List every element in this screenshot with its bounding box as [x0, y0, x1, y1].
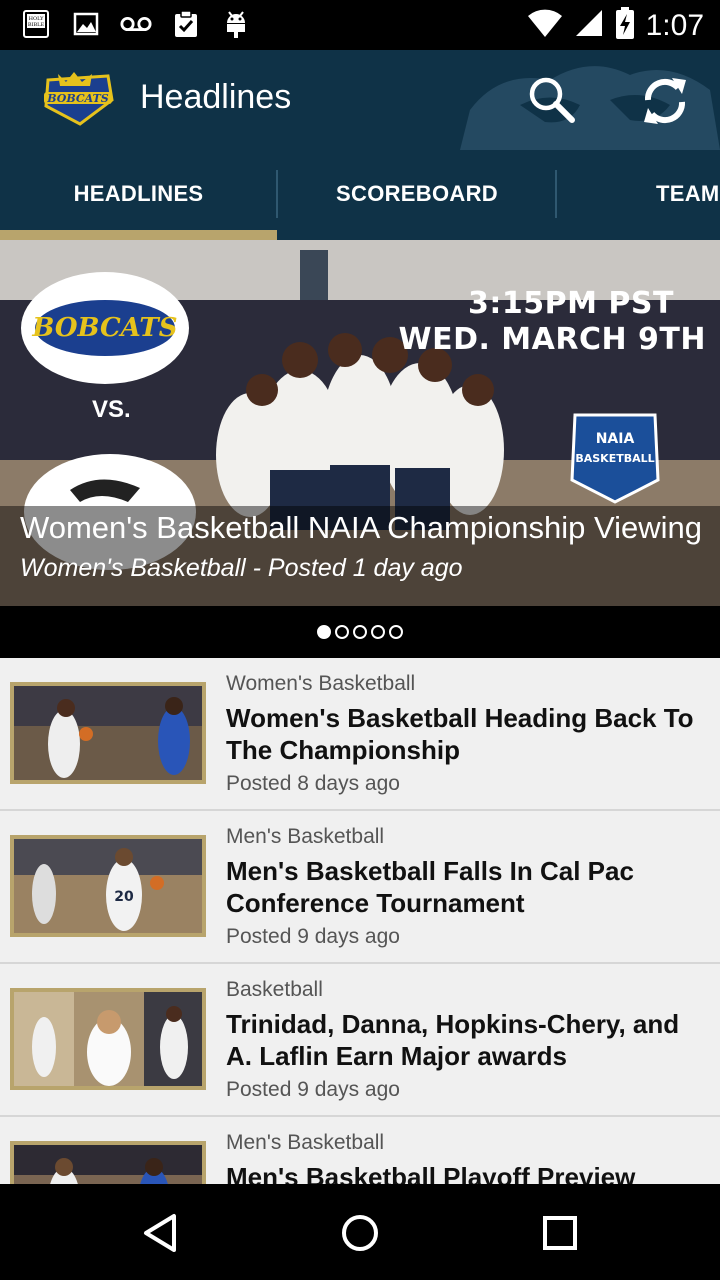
android-icon — [220, 8, 252, 40]
article-title[interactable]: Men's Basketball Playoff Preview — [226, 1161, 706, 1184]
app-bar: BOBCATS Headlines — [0, 50, 720, 150]
article-category: Men's Basketball — [226, 825, 385, 848]
active-tab-indicator — [0, 230, 277, 240]
recents-icon[interactable] — [535, 1208, 585, 1258]
article-category: Basketball — [226, 978, 323, 1001]
tab-headlines[interactable]: HEADLINES — [0, 150, 277, 238]
notification-icons: HOLY BIBLE — [20, 8, 252, 40]
article-category: Men's Basketball — [226, 1131, 385, 1154]
versus-label: VS. — [92, 396, 131, 423]
page-dot[interactable] — [335, 625, 349, 639]
voicemail-icon — [120, 8, 152, 40]
article-title[interactable]: Trinidad, Danna, Hopkins-Chery, and A. L… — [226, 1008, 706, 1072]
page-dot[interactable] — [389, 625, 403, 639]
tab-team[interactable]: TEAM — [557, 150, 720, 238]
list-item[interactable]: Men's Basketball Men's Basketball Playof… — [0, 1117, 720, 1184]
svg-text:BIBLE: BIBLE — [28, 22, 45, 28]
signal-icon — [574, 8, 604, 43]
article-thumbnail — [10, 988, 206, 1090]
page-dot-active[interactable] — [317, 625, 331, 639]
refresh-icon[interactable] — [638, 74, 692, 128]
list-item[interactable]: Basketball Trinidad, Danna, Hopkins-Cher… — [0, 964, 720, 1117]
article-date: Posted 8 days ago — [226, 772, 400, 795]
event-date: WED. MARCH 9TH — [398, 322, 706, 357]
article-thumbnail — [10, 1141, 206, 1184]
back-icon[interactable] — [136, 1208, 186, 1258]
home-icon[interactable] — [335, 1208, 385, 1258]
svg-text:20: 20 — [114, 889, 134, 905]
article-thumbnail — [10, 682, 206, 784]
list-item[interactable]: 20 Men's Basketball Men's Basketball Fal… — [0, 811, 720, 964]
status-bar: HOLY BIBLE 1:07 — [0, 0, 720, 50]
bobcats-logo: BOBCATS — [40, 70, 116, 126]
search-icon[interactable] — [526, 74, 578, 126]
clipboard-check-icon — [170, 8, 202, 40]
article-category: Women's Basketball — [226, 672, 416, 695]
svg-text:BOBCATS: BOBCATS — [46, 92, 108, 105]
system-nav-bar — [0, 1184, 720, 1280]
page-dot[interactable] — [353, 625, 367, 639]
tab-scoreboard[interactable]: SCOREBOARD — [278, 150, 556, 238]
wifi-icon — [526, 8, 564, 43]
list-item[interactable]: Women's Basketball Women's Basketball He… — [0, 658, 720, 811]
event-time: 3:15PM PST — [468, 286, 674, 321]
article-date: Posted 9 days ago — [226, 1078, 400, 1101]
screen-title: Headlines — [140, 78, 292, 116]
svg-text:NAIA: NAIA — [596, 431, 635, 447]
article-thumbnail: 20 — [10, 835, 206, 937]
clock: 1:07 — [645, 8, 704, 42]
svg-text:BASKETBALL: BASKETBALL — [575, 452, 654, 465]
article-list: Women's Basketball Women's Basketball He… — [0, 658, 720, 1184]
article-title[interactable]: Men's Basketball Falls In Cal Pac Confer… — [226, 855, 706, 919]
tab-bar: HEADLINES SCOREBOARD TEAM — [0, 150, 720, 240]
battery-icon — [614, 6, 636, 45]
featured-subtitle: Women's Basketball - Posted 1 day ago — [20, 554, 463, 582]
featured-story[interactable]: BOBCATS NAIA BASKETBALL 3:15PM PST WED. … — [0, 240, 720, 606]
carousel-indicator — [0, 606, 720, 658]
image-icon — [70, 8, 102, 40]
bible-app-icon: HOLY BIBLE — [20, 8, 52, 40]
article-date: Posted 9 days ago — [226, 925, 400, 948]
featured-title[interactable]: Women's Basketball NAIA Championship Vie… — [20, 510, 710, 546]
system-icons: 1:07 — [526, 6, 704, 45]
article-title[interactable]: Women's Basketball Heading Back To The C… — [226, 702, 706, 766]
svg-text:BOBCATS: BOBCATS — [31, 313, 177, 343]
page-dot[interactable] — [371, 625, 385, 639]
